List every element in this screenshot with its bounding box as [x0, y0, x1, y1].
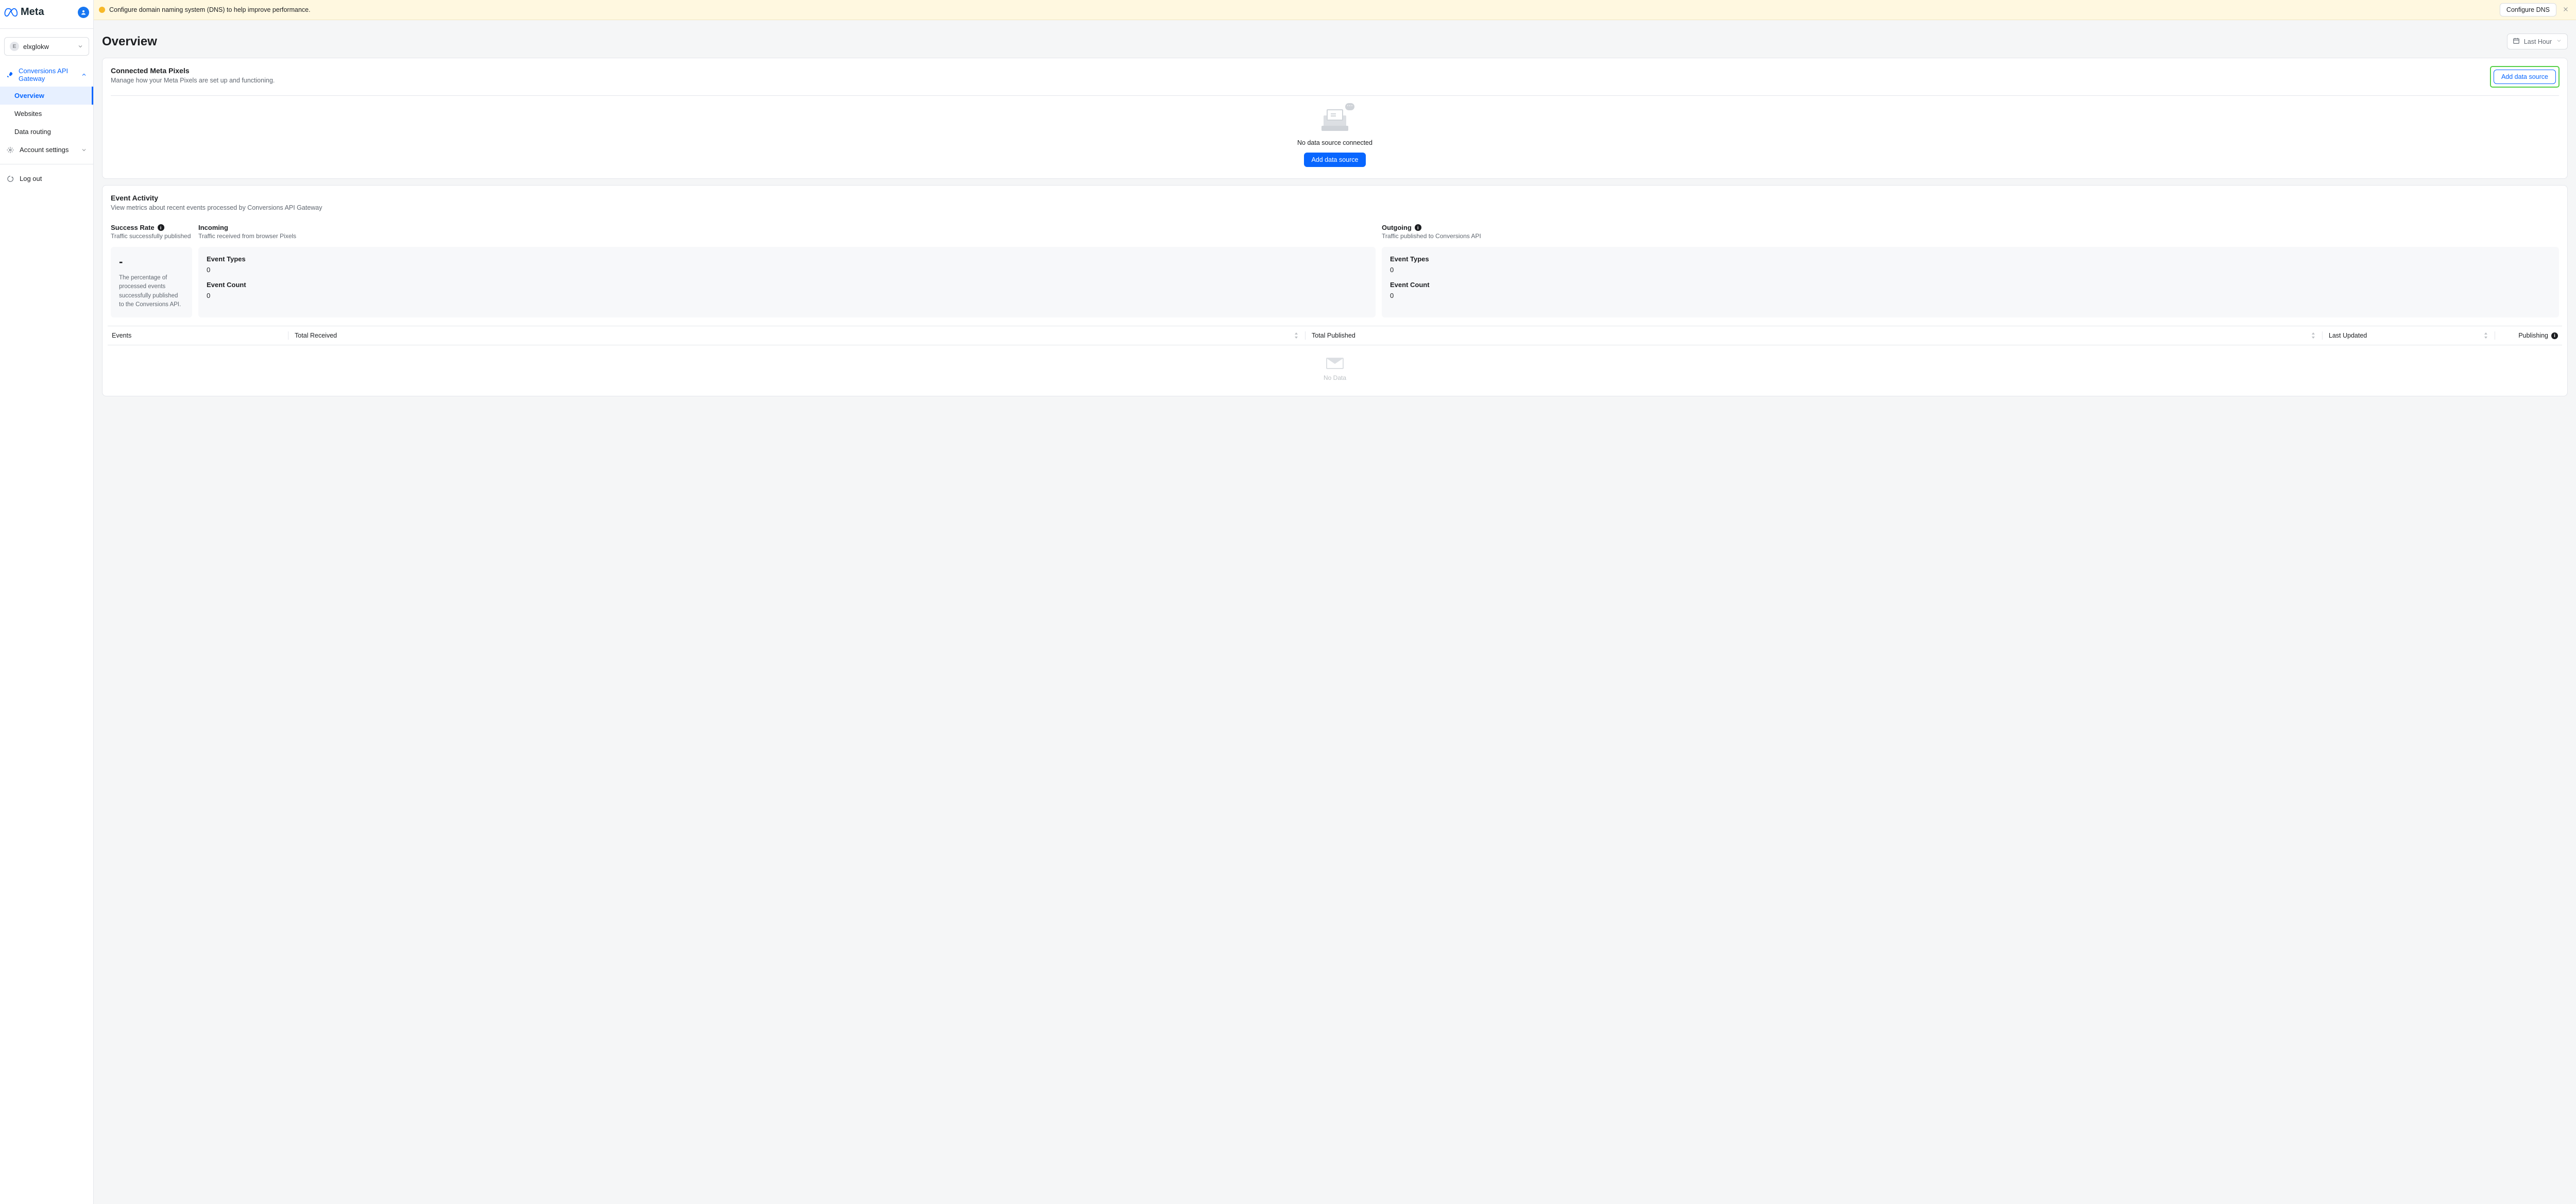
page-header: Overview Last Hour — [94, 20, 2576, 58]
chevron-down-icon — [77, 43, 83, 49]
event-types-value: 0 — [1390, 266, 2551, 274]
col-divider — [2322, 331, 2323, 340]
account-name: elxglokw — [23, 43, 73, 51]
col-label: Publishing — [2518, 332, 2548, 339]
configure-dns-button[interactable]: Configure DNS — [2500, 3, 2556, 16]
info-icon[interactable]: i — [2551, 332, 2558, 339]
col-events[interactable]: Events — [112, 332, 282, 339]
event-activity-card: Event Activity View metrics about recent… — [102, 185, 2568, 396]
main: Configure domain naming system (DNS) to … — [94, 0, 2576, 1204]
meta-logo-icon — [4, 8, 18, 17]
brand-row: Meta — [0, 0, 93, 24]
time-range-selector[interactable]: Last Hour — [2507, 34, 2568, 49]
banner-text: Configure domain naming system (DNS) to … — [109, 6, 2496, 13]
col-label: Total Published — [1312, 332, 1355, 339]
rocket-icon — [6, 71, 13, 78]
sort-icon — [2483, 332, 2488, 339]
card-header: Connected Meta Pixels Manage how your Me… — [103, 58, 2567, 95]
card-title: Connected Meta Pixels — [111, 66, 275, 75]
brand-name: Meta — [21, 6, 44, 18]
nav-label: Account settings — [20, 146, 69, 154]
account-avatar: E — [10, 42, 19, 51]
success-rate-block: Success Rate i Traffic successfully publ… — [111, 220, 192, 317]
calendar-icon — [2513, 37, 2520, 46]
warning-dot-icon — [99, 7, 105, 13]
sidebar: Meta E elxglokw Conversions API Gateway … — [0, 0, 94, 1204]
no-data-text: No Data — [1324, 374, 1346, 381]
metrics-row: Success Rate i Traffic successfully publ… — [103, 220, 2567, 326]
nav-label: Log out — [20, 175, 42, 182]
card-subtitle: View metrics about recent events process… — [111, 204, 322, 211]
add-data-source-cta-button[interactable]: Add data source — [1304, 153, 1365, 167]
metric-title: Success Rate — [111, 224, 155, 231]
info-icon[interactable]: i — [1415, 224, 1421, 231]
divider — [0, 28, 93, 29]
metric-subtitle: Traffic successfully published — [111, 232, 192, 240]
col-label: Last Updated — [2329, 332, 2367, 339]
gear-icon — [6, 146, 14, 154]
nav-parent-label: Conversions API Gateway — [19, 67, 76, 82]
metric-subtitle: Traffic received from browser Pixels — [198, 232, 1376, 240]
brand[interactable]: Meta — [0, 6, 44, 18]
page-title: Overview — [102, 35, 157, 49]
outgoing-block: Outgoing i Traffic published to Conversi… — [1382, 220, 2559, 317]
col-total-published[interactable]: Total Published — [1312, 332, 2316, 339]
metric-subtitle: Traffic published to Conversions API — [1382, 232, 2559, 240]
incoming-block: Incoming Traffic received from browser P… — [198, 220, 1376, 317]
col-label: Total Received — [295, 332, 337, 339]
profile-avatar[interactable] — [78, 7, 89, 18]
event-types-label: Event Types — [207, 255, 1367, 263]
event-types-value: 0 — [207, 266, 1367, 274]
account-selector[interactable]: E elxglokw — [4, 37, 89, 56]
chevron-down-icon — [81, 147, 87, 153]
event-count-label: Event Count — [207, 281, 1367, 289]
success-rate-value: - — [119, 255, 184, 269]
col-total-received[interactable]: Total Received — [295, 332, 1299, 339]
event-count-value: 0 — [207, 292, 1367, 299]
time-range-label: Last Hour — [2524, 38, 2552, 45]
metric-title: Incoming — [198, 224, 228, 231]
empty-text: No data source connected — [1297, 139, 1372, 146]
card-subtitle: Manage how your Meta Pixels are set up a… — [111, 77, 275, 84]
connected-pixels-card: Connected Meta Pixels Manage how your Me… — [102, 58, 2568, 179]
table-header: Events Total Received Total Published — [108, 326, 2562, 345]
metric-title: Outgoing — [1382, 224, 1412, 231]
envelope-icon — [1326, 358, 1344, 369]
event-count-value: 0 — [1390, 292, 2551, 299]
sort-icon — [2311, 332, 2316, 339]
nav-account-settings[interactable]: Account settings — [0, 141, 93, 159]
nav-child-label: Data routing — [14, 128, 51, 136]
nav-child-label: Overview — [14, 92, 44, 99]
chevron-down-icon — [2556, 38, 2562, 45]
close-icon[interactable] — [2561, 4, 2571, 16]
event-count-label: Event Count — [1390, 281, 2551, 289]
info-icon[interactable]: i — [158, 224, 164, 231]
success-rate-note: The percentage of processed events succe… — [119, 274, 184, 309]
nav-child-websites[interactable]: Websites — [0, 105, 93, 123]
col-divider — [288, 331, 289, 340]
events-table: Events Total Received Total Published — [103, 326, 2567, 396]
dns-banner: Configure domain naming system (DNS) to … — [94, 0, 2576, 20]
nav-child-overview[interactable]: Overview — [0, 87, 93, 105]
col-last-updated[interactable]: Last Updated — [2329, 332, 2488, 339]
col-publishing[interactable]: Publishing i — [2501, 332, 2558, 339]
empty-state: No data source connected Add data source — [103, 96, 2567, 178]
nav-parent-capi[interactable]: Conversions API Gateway — [0, 63, 93, 87]
table-empty-state: No Data — [108, 345, 2562, 386]
chevron-up-icon — [81, 72, 87, 78]
card-header: Event Activity View metrics about recent… — [103, 186, 2567, 220]
logout-icon — [6, 175, 14, 182]
add-data-source-button[interactable]: Add data source — [2494, 70, 2556, 84]
col-divider — [1305, 331, 1306, 340]
card-title: Event Activity — [111, 194, 158, 202]
sort-icon — [1294, 332, 1299, 339]
nav-logout[interactable]: Log out — [0, 170, 93, 188]
event-types-label: Event Types — [1390, 255, 2551, 263]
nav-child-label: Websites — [14, 110, 42, 118]
empty-illustration-icon — [1319, 104, 1350, 133]
col-label: Events — [112, 332, 131, 339]
highlight-box: Add data source — [2490, 66, 2559, 87]
nav-child-data-routing[interactable]: Data routing — [0, 123, 93, 141]
